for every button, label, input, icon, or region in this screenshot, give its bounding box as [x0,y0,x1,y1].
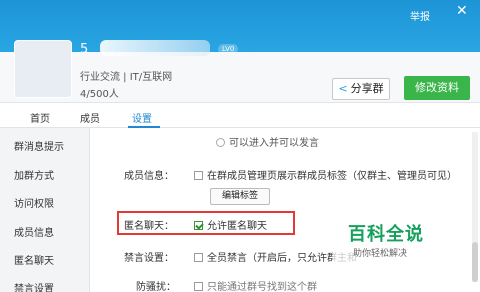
member-count: 4/500人 [80,89,119,100]
settings-sidebar: 群消息提示 加群方式 访问权限 成员信息 匿名聊天 禁言设置 [0,128,90,292]
member-info-checkbox[interactable] [194,171,203,180]
group-avatar[interactable] [14,40,72,98]
sidebar-item-access[interactable]: 访问权限 [14,195,54,210]
tab-home[interactable]: 首页 [30,110,50,125]
watermark-subtitle: 助你轻松解决 [353,249,408,259]
level-badge: LV0 [218,44,239,54]
member-info-option-label: 在群成员管理页展示群成员标签（仅群主、管理员可见） [207,171,457,182]
sidebar-item-join-method[interactable]: 加群方式 [14,167,54,182]
sidebar-item-anonymous[interactable]: 匿名聊天 [14,252,54,267]
group-name-blurred [100,40,210,56]
mute-checkbox[interactable] [194,253,203,262]
close-icon[interactable]: ✕ [456,3,468,19]
settings-content [90,128,480,292]
group-name: 5 [80,42,89,57]
visit-option-label: 可以进入并可以发言 [229,138,319,149]
share-icon: < [338,82,348,95]
anti-harass-option-label: 只能通过群号找到这个群 [207,282,317,292]
share-label: 分享群 [350,82,384,95]
anti-harass-label: 防骚扰： [136,282,176,292]
group-category: 行业交流 | IT/互联网 [80,72,173,83]
mute-label: 禁言设置： [124,253,174,264]
edit-profile-button[interactable]: 修改资料 [404,76,470,100]
sidebar-item-member-info[interactable]: 成员信息 [14,224,54,239]
scrollbar-thumb[interactable] [472,242,478,282]
report-link[interactable]: 举报 [410,8,430,23]
anti-harass-checkbox[interactable] [194,282,203,291]
anti-harass-option[interactable]: 只能通过群号找到这个群 [194,278,317,292]
sidebar-item-mute[interactable]: 禁言设置 [14,280,54,292]
share-group-button[interactable]: < 分享群 [332,78,390,100]
member-info-label: 成员信息： [124,171,174,182]
tab-settings[interactable]: 设置 [132,110,152,125]
visit-option[interactable]: 可以进入并可以发言 [216,134,319,149]
anonymous-option-label: 允许匿名聊天 [207,221,267,232]
anonymous-label: 匿名聊天： [124,221,174,232]
watermark-title: 百科全说 [348,224,424,245]
member-info-option[interactable]: 在群成员管理页展示群成员标签（仅群主、管理员可见） [194,167,457,182]
anonymous-option[interactable]: 允许匿名聊天 [194,217,267,232]
anonymous-checkbox[interactable] [194,221,203,230]
tab-bar: 首页 成员 设置 [0,104,480,128]
edit-tags-button[interactable]: 编辑标签 [210,188,270,205]
sidebar-item-notification[interactable]: 群消息提示 [14,138,64,153]
visit-radio[interactable] [216,138,225,147]
tab-members[interactable]: 成员 [80,110,100,125]
